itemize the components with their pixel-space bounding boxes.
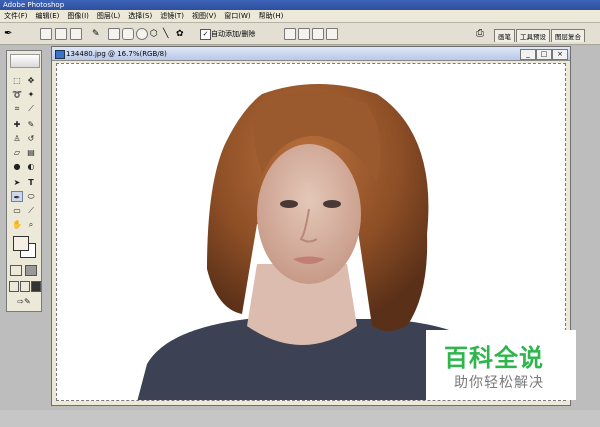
rectangle-tool-icon[interactable] [108,28,120,40]
blur-tool-icon[interactable]: ● [11,161,23,172]
freeform-pen-icon[interactable]: ✎ [92,28,104,40]
toolbox: ⬚ ✥ ➰ ✦ ⌗ ⟋ ✚ ✎ ♙ ↺ ▱ ▤ ● ◐ ➤ T ✒ ⬭ ▭ ⟋ … [6,50,42,312]
watermark: 百科全说 助你轻松解决 [426,330,576,400]
auto-add-delete-label: 自动添加/删除 [211,30,256,38]
foreground-color-swatch[interactable] [13,236,29,251]
path-intersect-icon[interactable] [312,28,324,40]
marquee-tool-icon[interactable]: ⬚ [11,75,23,86]
path-add-icon[interactable] [284,28,296,40]
history-brush-icon[interactable]: ↺ [25,133,37,144]
eraser-tool-icon[interactable]: ▱ [11,147,23,158]
pen-tool-active-icon[interactable]: ✒ [11,191,23,202]
jump-to-imageready-icon[interactable]: ⇨✎ [11,296,37,307]
palette-tab-brushes[interactable]: 画笔 [494,29,515,42]
document-title-bar[interactable]: 134480.jpg @ 16.7%(RGB/8) _ □ × [52,47,570,61]
menu-view[interactable]: 视图(V) [188,10,220,22]
lasso-tool-icon[interactable]: ➰ [11,89,23,100]
path-exclude-icon[interactable] [326,28,338,40]
path-selection-icon[interactable]: ➤ [11,177,23,188]
eyedropper-icon[interactable]: ⟋ [25,205,37,216]
ellipse-tool-icon[interactable] [136,28,148,40]
close-button[interactable]: × [552,49,568,60]
paths-icon[interactable] [55,28,67,40]
zoom-tool-icon[interactable]: ⌕ [25,219,37,230]
screen-mode-menu-icon[interactable] [20,281,30,292]
screen-mode-standard-icon[interactable] [9,281,19,292]
document-title: 134480.jpg @ 16.7%(RGB/8) [66,50,167,58]
app-title-bar: Adobe Photoshop [0,0,600,10]
rounded-rectangle-icon[interactable] [122,28,134,40]
maximize-button[interactable]: □ [536,49,552,60]
type-tool-icon[interactable]: T [25,177,37,188]
adobe-feather-icon[interactable] [10,54,40,68]
palette-tab-layer-comps[interactable]: 图层复合 [551,29,585,42]
notes-tool-icon[interactable]: ▭ [11,205,23,216]
auto-add-delete-checkbox[interactable]: ✓ [200,29,211,40]
line-tool-icon[interactable]: ╲ [163,28,175,40]
path-subtract-icon[interactable] [298,28,310,40]
shape-tool-icon[interactable]: ⬭ [25,191,37,202]
menu-image[interactable]: 图像(I) [63,10,93,22]
custom-shape-icon[interactable]: ✿ [176,28,188,40]
quick-mask-icon[interactable] [25,265,37,276]
file-browser-icon[interactable]: ⎙ [476,28,488,40]
menu-window[interactable]: 窗口(W) [220,10,254,22]
menu-filter[interactable]: 滤镜(T) [156,10,188,22]
watermark-brand: 百科全说 [444,344,544,372]
palette-tab-tool-presets[interactable]: 工具预设 [516,29,550,42]
brush-tool-icon[interactable]: ✎ [25,119,37,130]
magic-wand-icon[interactable]: ✦ [25,89,37,100]
dodge-tool-icon[interactable]: ◐ [25,161,37,172]
move-tool-icon[interactable]: ✥ [25,75,37,86]
pen-tool-icon[interactable]: ✒ [4,28,16,40]
slice-tool-icon[interactable]: ⟋ [25,103,37,114]
shape-layers-icon[interactable] [40,28,52,40]
menu-select[interactable]: 选择(S) [124,10,156,22]
clone-stamp-icon[interactable]: ♙ [11,133,23,144]
menu-layer[interactable]: 图层(L) [93,10,124,22]
standard-mode-icon[interactable] [10,265,22,276]
palette-well: 画笔 工具预设 图层复合 [494,24,600,42]
hand-tool-icon[interactable]: ✋ [11,219,23,230]
fill-pixels-icon[interactable] [70,28,82,40]
crop-tool-icon[interactable]: ⌗ [11,103,23,114]
app-title: Adobe Photoshop [3,1,65,9]
minimize-button[interactable]: _ [520,49,536,60]
gradient-tool-icon[interactable]: ▤ [25,147,37,158]
polygon-tool-icon[interactable]: ⬡ [150,28,162,40]
menu-edit[interactable]: 编辑(E) [32,10,64,22]
document-icon [55,50,65,59]
menu-bar: 文件(F) 编辑(E) 图像(I) 图层(L) 选择(S) 滤镜(T) 视图(V… [0,10,600,23]
screen-mode-full-icon[interactable] [31,281,41,292]
status-bar [0,410,600,427]
watermark-tagline: 助你轻松解决 [454,375,544,391]
menu-file[interactable]: 文件(F) [0,10,32,22]
healing-brush-icon[interactable]: ✚ [11,119,23,130]
menu-help[interactable]: 帮助(H) [255,10,288,22]
